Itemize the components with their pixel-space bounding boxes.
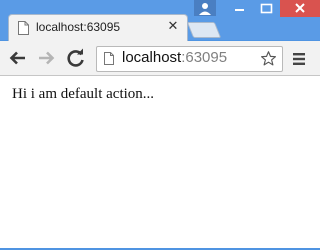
browser-window: localhost:63095 ✕ localhost:63095 Hi i a…: [0, 0, 320, 250]
minimize-button[interactable]: [226, 0, 253, 17]
back-icon: [9, 51, 25, 65]
window-close-button[interactable]: [280, 0, 320, 17]
page-icon: [104, 52, 114, 65]
reload-icon: [67, 48, 84, 67]
forward-icon: [39, 51, 55, 65]
maximize-button[interactable]: [253, 0, 280, 17]
url-port: :63095: [181, 49, 228, 66]
page-text: Hi i am default action...: [12, 86, 155, 102]
toolbar: localhost:63095: [0, 41, 320, 76]
profile-icon: [199, 3, 211, 15]
new-tab-button[interactable]: [186, 22, 222, 38]
tab-title: localhost:63095: [36, 20, 121, 34]
profile-button[interactable]: [194, 0, 216, 16]
maximize-icon: [260, 3, 273, 14]
page-icon: [18, 21, 29, 35]
star-icon[interactable]: [260, 50, 277, 67]
page-content: Hi i am default action...: [0, 76, 320, 248]
menu-button[interactable]: [288, 48, 310, 70]
tab-localhost[interactable]: localhost:63095 ✕: [8, 14, 188, 42]
minimize-icon: [235, 9, 244, 11]
url-host: localhost: [122, 49, 182, 66]
address-bar[interactable]: localhost:63095: [96, 46, 283, 72]
reload-button[interactable]: [64, 46, 88, 70]
forward-button[interactable]: [34, 46, 58, 70]
hamburger-menu-icon: [293, 53, 305, 65]
back-button[interactable]: [6, 46, 30, 70]
tab-close-button[interactable]: ✕: [166, 18, 180, 36]
url-text: localhost:63095: [122, 49, 227, 66]
close-icon: [295, 3, 305, 13]
